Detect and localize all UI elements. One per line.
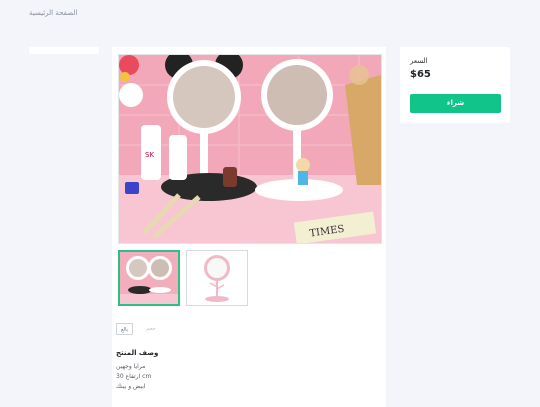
left-side-panel xyxy=(29,47,99,54)
tag-adult[interactable]: بالغ xyxy=(116,323,134,335)
thumbnail-2[interactable] xyxy=(186,250,248,306)
price-card: السعر $65 شراء xyxy=(400,47,510,123)
thumbnail-1[interactable] xyxy=(118,250,180,306)
mirrors-photo: SK TIMES xyxy=(119,55,381,243)
price-value: $65 xyxy=(410,69,431,80)
thumbnail-2-image xyxy=(187,251,247,305)
svg-text:SK: SK xyxy=(145,151,154,159)
tag-size[interactable]: حجم xyxy=(142,323,160,335)
breadcrumb-home[interactable]: الصفحة الرئيسية xyxy=(29,9,77,17)
price-label: السعر xyxy=(410,57,428,65)
description-title: وصف المنتج xyxy=(116,349,159,357)
description-line: 30 ارتفاع cm xyxy=(116,373,152,380)
top-bar: الصفحة الرئيسية xyxy=(0,0,540,28)
thumbnail-1-image xyxy=(120,252,178,304)
description-line: ابيض و بينك xyxy=(116,383,146,390)
description-line: مرايا وجهين xyxy=(116,363,146,370)
product-main-image[interactable]: SK TIMES xyxy=(118,54,382,244)
product-main-card: SK TIMES بالغ حجم وصف المنتج مرايا وجهين… xyxy=(112,47,386,407)
buy-button[interactable]: شراء xyxy=(410,94,501,113)
